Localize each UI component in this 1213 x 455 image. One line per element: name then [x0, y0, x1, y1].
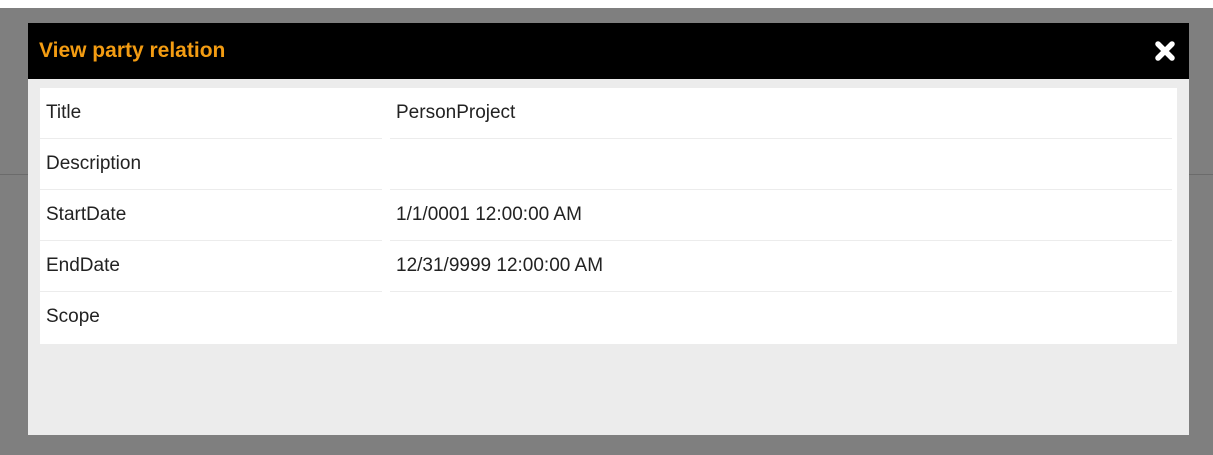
field-label-startdate: StartDate	[46, 204, 127, 225]
field-label-title: Title	[46, 102, 82, 123]
close-button[interactable]	[1151, 37, 1179, 65]
field-label-description: Description	[46, 153, 142, 174]
dialog-title: View party relation	[39, 39, 226, 62]
field-value-title: PersonProject	[396, 102, 516, 123]
page-background-strip	[0, 0, 1213, 8]
details-row-description: Description	[40, 139, 1177, 190]
close-icon	[1155, 41, 1175, 61]
dialog-titlebar: View party relation	[28, 23, 1189, 79]
party-relation-details: Title PersonProject Description StartDat…	[40, 88, 1177, 344]
details-row-enddate: EndDate 12/31/9999 12:00:00 AM	[40, 241, 1177, 292]
field-value-startdate: 1/1/0001 12:00:00 AM	[396, 204, 582, 225]
view-party-relation-dialog: View party relation Title PersonProject …	[28, 23, 1189, 435]
details-row-startdate: StartDate 1/1/0001 12:00:00 AM	[40, 190, 1177, 241]
field-label-enddate: EndDate	[46, 255, 120, 276]
field-value-enddate: 12/31/9999 12:00:00 AM	[396, 255, 604, 276]
details-row-title: Title PersonProject	[40, 88, 1177, 139]
details-row-scope: Scope	[40, 292, 1177, 343]
field-label-scope: Scope	[46, 306, 100, 327]
